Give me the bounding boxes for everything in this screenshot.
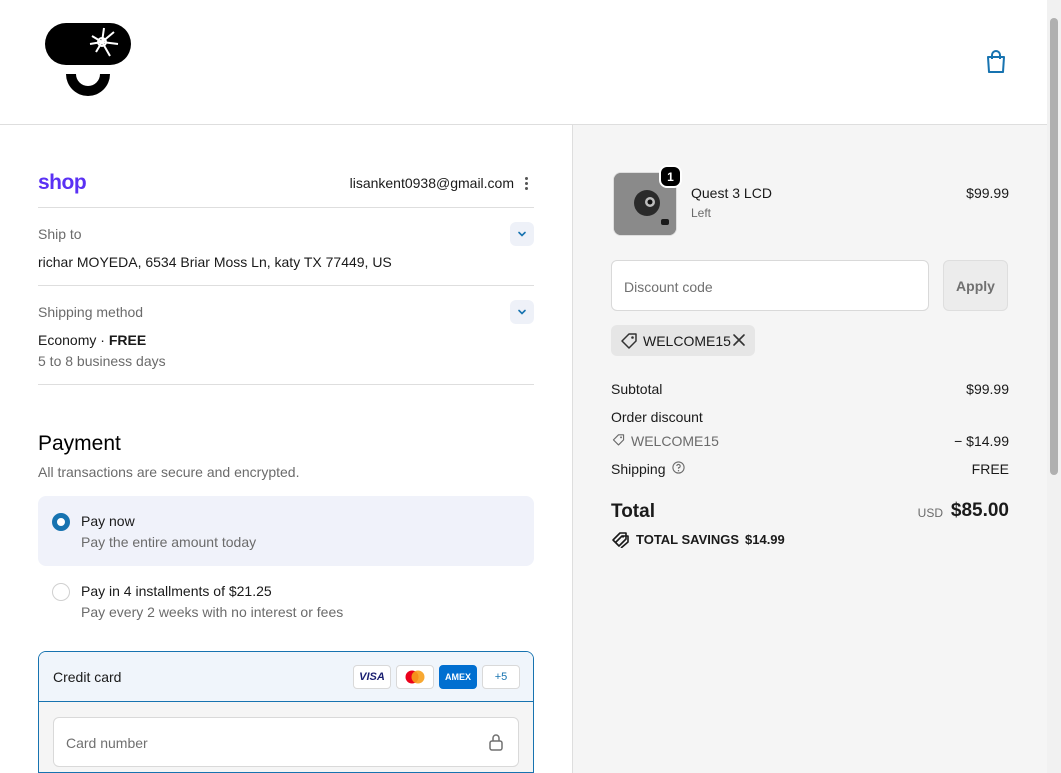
- option-subtitle: Pay every 2 weeks with no interest or fe…: [81, 604, 344, 620]
- ship-to-address: richar MOYEDA, 6534 Briar Moss Ln, katy …: [38, 254, 392, 270]
- quantity-badge: 1: [659, 165, 682, 188]
- ship-to-label: Ship to: [38, 226, 82, 242]
- more-options-icon[interactable]: [522, 175, 530, 192]
- chevron-down-icon: [518, 309, 526, 315]
- product-name: Quest 3 LCD: [691, 185, 772, 201]
- shipping-method-label: Shipping method: [38, 304, 144, 320]
- help-icon[interactable]: [672, 461, 685, 474]
- divider: [38, 384, 534, 385]
- shipping-method-value: Economy · FREE: [38, 332, 146, 348]
- subtotal-label: Subtotal: [611, 381, 663, 397]
- chevron-down-icon: [518, 231, 526, 237]
- discount-code-input[interactable]: Discount code: [611, 260, 929, 311]
- divider: [38, 207, 534, 208]
- ship-to-expand-button[interactable]: [510, 222, 534, 246]
- account-email: lisankent0938@gmail.com: [349, 175, 514, 191]
- divider: [38, 285, 534, 286]
- credit-card-label: Credit card: [53, 669, 122, 685]
- amex-icon: AMEX: [439, 665, 477, 689]
- discount-value: − $14.99: [954, 433, 1009, 449]
- shipping-method-price: FREE: [108, 332, 147, 348]
- brand-logo[interactable]: [44, 22, 132, 100]
- header: [0, 0, 1047, 125]
- shop-pay-logo: shop: [38, 171, 87, 194]
- shipping-label: Shipping: [611, 461, 666, 477]
- pay-now-radio[interactable]: [52, 513, 70, 531]
- scrollbar[interactable]: [1047, 0, 1061, 773]
- order-discount-label: Order discount: [611, 409, 703, 425]
- credit-card-section: Credit card VISA AMEX +5 Card number: [38, 651, 534, 773]
- visa-icon: VISA: [353, 665, 391, 689]
- tag-icon: [612, 434, 625, 446]
- total-label: Total: [611, 501, 655, 522]
- option-subtitle: Pay the entire amount today: [81, 534, 257, 550]
- option-title: Pay now: [81, 513, 135, 529]
- applied-discount-chip: WELCOME15: [611, 325, 755, 356]
- shipping-method-expand-button[interactable]: [510, 300, 534, 324]
- subtotal-value: $99.99: [966, 381, 1009, 397]
- installments-radio[interactable]: [52, 583, 70, 601]
- installments-option[interactable]: Pay in 4 installments of $21.25 Pay ever…: [38, 566, 534, 636]
- more-cards-badge: +5: [482, 665, 520, 689]
- total-savings-value: $14.99: [745, 532, 785, 547]
- discount-code-summary: WELCOME15: [631, 433, 719, 449]
- mastercard-icon: [396, 665, 434, 689]
- total-currency: USD: [917, 506, 943, 520]
- product-price: $99.99: [966, 185, 1009, 201]
- card-number-placeholder: Card number: [66, 735, 148, 751]
- total-value: $85.00: [950, 500, 1009, 521]
- applied-discount-code: WELCOME15: [643, 333, 731, 349]
- tag-icon: [621, 333, 637, 349]
- product-variant: Left: [691, 206, 712, 220]
- total-savings-label: TOTAL SAVINGS: [636, 532, 740, 547]
- credit-card-fields: Card number: [39, 702, 533, 772]
- discount-code-placeholder: Discount code: [624, 279, 713, 295]
- scrollbar-thumb[interactable]: [1050, 18, 1058, 475]
- apply-discount-button[interactable]: Apply: [943, 260, 1008, 311]
- payment-subtitle: All transactions are secure and encrypte…: [38, 464, 300, 480]
- order-summary: 1 Quest 3 LCD Left $99.99 Discount code …: [572, 125, 1047, 773]
- lock-icon: [489, 734, 503, 751]
- payment-title: Payment: [38, 432, 121, 455]
- shipping-value: FREE: [971, 461, 1009, 477]
- savings-tag-icon: [612, 532, 629, 548]
- card-number-field[interactable]: Card number: [53, 717, 519, 767]
- shipping-method-name: Economy ·: [38, 332, 109, 348]
- shop-account-row: shop lisankent0938@gmail.com: [38, 171, 534, 207]
- option-title: Pay in 4 installments of $21.25: [81, 583, 272, 599]
- credit-card-header[interactable]: Credit card VISA AMEX +5: [39, 652, 533, 702]
- shipping-eta: 5 to 8 business days: [38, 353, 166, 369]
- shopping-bag-icon[interactable]: [983, 49, 1009, 75]
- remove-discount-icon[interactable]: [732, 333, 746, 347]
- checkout-form: shop lisankent0938@gmail.com Ship to ric…: [0, 125, 572, 773]
- pay-now-option[interactable]: Pay now Pay the entire amount today: [38, 496, 534, 566]
